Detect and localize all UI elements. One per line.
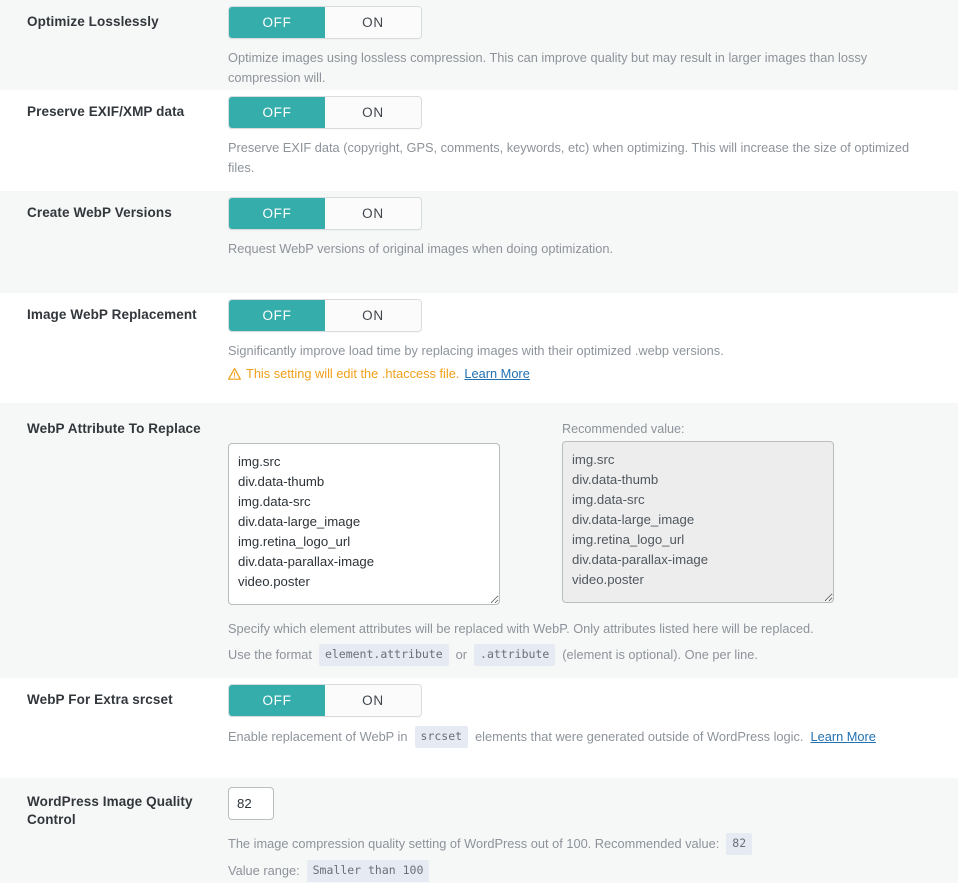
help-after: elements that were generated outside of …	[475, 728, 804, 744]
warning-line-htaccess: This setting will edit the .htaccess fil…	[228, 364, 938, 384]
toggle-image-webp-replacement[interactable]: OFF ON	[228, 299, 422, 332]
row-field-wordpress-image-quality-control: The image compression quality setting of…	[228, 778, 958, 883]
toggle-off-segment[interactable]: OFF	[229, 7, 325, 38]
image-quality-input[interactable]	[228, 787, 274, 820]
help-line-1: Specify which element attributes will be…	[228, 621, 814, 636]
setting-row-create-webp-versions: Create WebP Versions OFF ON Request WebP…	[0, 191, 958, 293]
toggle-on-segment[interactable]: ON	[325, 198, 421, 229]
help-line-2-middle: or	[455, 646, 468, 662]
help-text-webp-for-extra-srcset: Enable replacement of WebP in srcset ele…	[228, 726, 938, 748]
learn-more-link[interactable]: Learn More	[810, 727, 875, 747]
row-label-webp-for-extra-srcset: WebP For Extra srcset	[27, 692, 173, 707]
row-label-webp-attribute-to-replace: WebP Attribute To Replace	[27, 421, 201, 436]
textarea-group: Recommended value:	[228, 409, 938, 605]
help-text-image-quality: The image compression quality setting of…	[228, 833, 938, 882]
row-label-preserve-exif-xmp-data: Preserve EXIF/XMP data	[27, 104, 185, 119]
toggle-off-segment[interactable]: OFF	[229, 198, 325, 229]
help-text-preserve-exif-xmp-data: Preserve EXIF data (copyright, GPS, comm…	[228, 140, 910, 175]
toggle-on-segment[interactable]: ON	[325, 97, 421, 128]
setting-row-image-webp-replacement: Image WebP Replacement OFF ON Significan…	[0, 293, 958, 403]
help-text-image-webp-replacement: Significantly improve load time by repla…	[228, 343, 724, 358]
toggle-webp-for-extra-srcset[interactable]: OFF ON	[228, 684, 422, 717]
toggle-on-segment[interactable]: ON	[325, 685, 421, 716]
help-line-2-after: (element is optional). One per line.	[562, 646, 758, 662]
learn-more-link[interactable]: Learn More	[464, 364, 529, 384]
help-line-1: The image compression quality setting of…	[228, 833, 938, 855]
help-before: Enable replacement of WebP in	[228, 728, 408, 744]
row-field-webp-for-extra-srcset: OFF ON Enable replacement of WebP in src…	[228, 678, 958, 762]
help-text-create-webp-versions: Request WebP versions of original images…	[228, 241, 614, 256]
row-label-optimize-losslessly: Optimize Losslessly	[27, 14, 159, 29]
setting-row-webp-attribute-to-replace: WebP Attribute To Replace Recommended va…	[0, 403, 958, 678]
code-chip-attribute: .attribute	[474, 643, 556, 666]
toggle-create-webp-versions[interactable]: OFF ON	[228, 197, 422, 230]
row-field-create-webp-versions: OFF ON Request WebP versions of original…	[228, 191, 958, 273]
row-field-optimize-losslessly: OFF ON Optimize images using lossless co…	[228, 0, 958, 102]
row-label-image-webp-replacement: Image WebP Replacement	[27, 307, 197, 322]
warning-text: This setting will edit the .htaccess fil…	[246, 365, 460, 381]
attribute-textarea-column	[228, 422, 500, 605]
row-label-wordpress-image-quality-control: WordPress Image Quality Control	[27, 794, 193, 827]
row-field-image-webp-replacement: OFF ON Significantly improve load time b…	[228, 293, 958, 398]
toggle-preserve-exif-xmp-data[interactable]: OFF ON	[228, 96, 422, 129]
setting-row-webp-for-extra-srcset: WebP For Extra srcset OFF ON Enable repl…	[0, 678, 958, 778]
help-text-optimize-losslessly: Optimize images using lossless compressi…	[228, 50, 868, 85]
recommended-textarea-column: Recommended value:	[562, 422, 834, 603]
help-line-2: Value range: Smaller than 100	[228, 859, 938, 882]
code-chip-srcset: srcset	[414, 726, 469, 748]
textarea-spacer	[228, 422, 500, 443]
toggle-off-segment[interactable]: OFF	[229, 685, 325, 716]
settings-panel: Optimize Losslessly OFF ON Optimize imag…	[0, 0, 958, 883]
recommended-value-textarea[interactable]	[562, 441, 834, 603]
setting-row-optimize-losslessly: Optimize Losslessly OFF ON Optimize imag…	[0, 0, 958, 90]
webp-attribute-textarea[interactable]	[228, 443, 500, 605]
help-2-before: Value range:	[228, 862, 300, 878]
toggle-on-segment[interactable]: ON	[325, 300, 421, 331]
row-field-webp-attribute-to-replace: Recommended value: Specify which element…	[228, 403, 958, 680]
toggle-on-segment[interactable]: ON	[325, 7, 421, 38]
help-line-2-before: Use the format	[228, 646, 312, 662]
toggle-off-segment[interactable]: OFF	[229, 300, 325, 331]
code-chip-value-range: Smaller than 100	[306, 859, 430, 882]
setting-row-preserve-exif-xmp-data: Preserve EXIF/XMP data OFF ON Preserve E…	[0, 90, 958, 191]
row-field-preserve-exif-xmp-data: OFF ON Preserve EXIF data (copyright, GP…	[228, 90, 958, 192]
toggle-optimize-losslessly[interactable]: OFF ON	[228, 6, 422, 39]
code-chip-element-attribute: element.attribute	[318, 643, 449, 666]
setting-row-wordpress-image-quality-control: WordPress Image Quality Control The imag…	[0, 778, 958, 883]
recommended-value-caption: Recommended value:	[562, 422, 685, 436]
code-chip-recommended-quality: 82	[726, 833, 753, 855]
toggle-off-segment[interactable]: OFF	[229, 97, 325, 128]
help-text-webp-attribute: Specify which element attributes will be…	[228, 619, 938, 666]
help-line-2: Use the format element.attribute or .att…	[228, 643, 938, 666]
warning-triangle-icon	[228, 367, 241, 380]
row-label-create-webp-versions: Create WebP Versions	[27, 205, 172, 220]
help-before: The image compression quality setting of…	[228, 835, 720, 851]
